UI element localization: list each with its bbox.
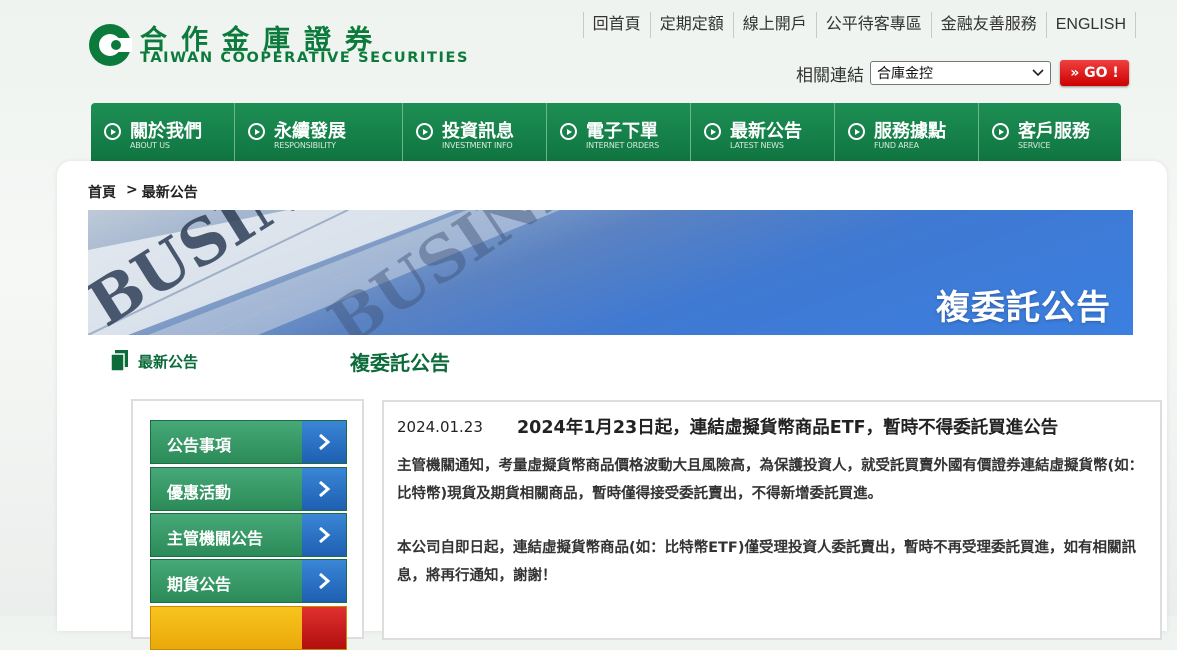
nav-sublabel: RESPONSIBILITY: [274, 141, 336, 150]
nav-sublabel: SERVICE: [1018, 141, 1051, 150]
related-select[interactable]: 合庫金控: [870, 61, 1051, 85]
related-select-value: 合庫金控: [877, 66, 933, 82]
sidebar-item-regulator[interactable]: 主管機關公告: [150, 513, 347, 557]
chevron-right-icon: [302, 421, 346, 463]
sidebar-item-futures[interactable]: 期貨公告: [150, 559, 347, 603]
play-circle-icon: [992, 123, 1009, 140]
top-link-financial-friendly[interactable]: 金融友善服務: [930, 12, 1046, 38]
play-circle-icon: [560, 123, 577, 140]
announcement-paragraph: 本公司自即日起，連結虛擬貨幣商品(如：比特幣ETF)僅受理投資人委託賣出，暫時不…: [397, 540, 1136, 584]
nav-sublabel: LATEST NEWS: [730, 141, 784, 150]
document-icon: [110, 350, 128, 372]
nav-label: 最新公告: [730, 121, 802, 142]
play-circle-icon: [248, 123, 265, 140]
play-circle-icon: [104, 123, 121, 140]
sidebar-item-label: 公告事項: [167, 436, 232, 455]
page-banner: BUSINESS BUSINESS 複委託公告: [88, 210, 1133, 335]
chevron-right-icon: [302, 514, 346, 556]
nav-label: 投資訊息: [442, 121, 514, 142]
page-title: 複委託公告: [350, 351, 450, 375]
sidebar-menu: 公告事項 優惠活動 主管機關公告 期貨公告: [131, 399, 364, 650]
top-links: 回首頁 定期定額 線上開戶 公平待客專區 金融友善服務 ENGLISH: [582, 12, 1136, 38]
nav-label: 關於我們: [130, 121, 202, 142]
chevron-right-icon: [302, 468, 346, 510]
top-link-regular-investment[interactable]: 定期定額: [649, 12, 733, 38]
nav-label: 服務據點: [874, 121, 946, 142]
nav-sublabel: ABOUT US: [130, 141, 170, 150]
nav-label: 永續發展: [274, 121, 346, 142]
chevron-down-icon: [1032, 69, 1044, 77]
go-button[interactable]: » GO !: [1060, 60, 1129, 86]
top-link-home[interactable]: 回首頁: [582, 12, 650, 38]
nav-sublabel: FUND AREA: [874, 141, 919, 150]
announcement-headline: 2024年1月23日起，連結虛擬貨幣商品ETF，暫時不得委託買進公告: [517, 418, 1059, 438]
announcement-date: 2024.01.23: [397, 418, 483, 436]
logo-mark-icon: [89, 24, 132, 66]
sidebar-item-label: 主管機關公告: [167, 529, 264, 548]
play-circle-icon: [704, 123, 721, 140]
sidebar-item-promotions[interactable]: 優惠活動: [150, 467, 347, 511]
sidebar-heading-label: 最新公告: [138, 352, 199, 371]
nav-sublabel: INVESTMENT INFO: [442, 141, 513, 150]
announcement-paragraph: 主管機關通知，考量虛擬貨幣商品價格波動大且風險高，為保護投資人，就受託買賣外國有…: [397, 458, 1144, 502]
sidebar-item-label: 期貨公告: [167, 575, 232, 594]
top-link-online-account[interactable]: 線上開戶: [732, 12, 816, 38]
sidebar-heading: 最新公告: [110, 350, 198, 372]
nav-sublabel: INTERNET ORDERS: [586, 141, 660, 150]
logo-text-en: TAIWAN COOPERATIVE SECURITIES: [140, 50, 470, 66]
sidebar-item-subbrokerage[interactable]: [150, 606, 347, 650]
top-link-fair-treatment[interactable]: 公平待客專區: [815, 12, 931, 38]
related-label: 相關連結: [796, 65, 864, 85]
breadcrumb-home[interactable]: 首頁: [88, 182, 116, 202]
play-circle-icon: [416, 123, 433, 140]
breadcrumb-current[interactable]: 最新公告: [142, 182, 198, 202]
sidebar-item-label: 優惠活動: [167, 483, 232, 502]
company-logo[interactable]: 合作金庫證券 TAIWAN COOPERATIVE SECURITIES: [88, 20, 467, 70]
chevron-right-icon: [302, 607, 346, 649]
banner-title: 複委託公告: [936, 288, 1111, 328]
top-link-english[interactable]: ENGLISH: [1045, 12, 1136, 38]
chevron-right-icon: [302, 560, 346, 602]
breadcrumb-separator: >: [126, 182, 138, 198]
nav-label: 電子下單: [586, 121, 658, 142]
breadcrumb: 首頁 > 最新公告: [88, 182, 198, 202]
announcement-article: 2024.01.23 2024年1月23日起，連結虛擬貨幣商品ETF，暫時不得委…: [382, 400, 1162, 640]
nav-label: 客戶服務: [1018, 121, 1090, 142]
play-circle-icon: [848, 123, 865, 140]
sidebar-item-announcements[interactable]: 公告事項: [150, 420, 347, 464]
related-links: 相關連結 合庫金控 » GO !: [796, 60, 1129, 86]
